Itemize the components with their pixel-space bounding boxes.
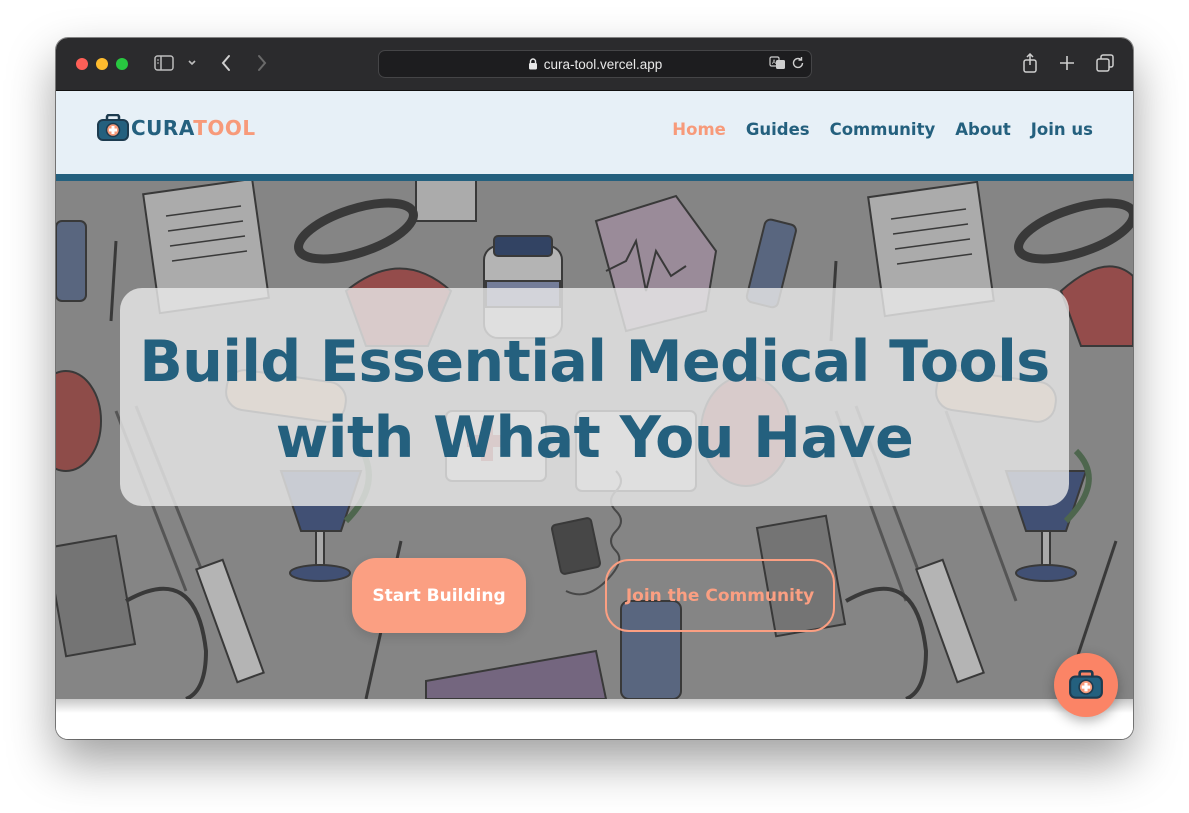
medical-kit-fab-button[interactable] — [1054, 653, 1118, 717]
hero-headline-line2: with What You Have — [275, 405, 914, 471]
site-logo[interactable]: CURATOOL — [96, 113, 256, 143]
start-building-button[interactable]: Start Building — [352, 558, 526, 633]
join-community-button[interactable]: Join the Community — [605, 559, 835, 632]
page-content: CURATOOL Home Guides Community About Joi… — [56, 91, 1133, 739]
share-icon[interactable] — [1019, 51, 1041, 75]
logo-text-cura: CURA — [131, 116, 194, 140]
lock-icon — [528, 58, 538, 70]
nav-item-home[interactable]: Home — [672, 120, 726, 139]
hero-section: Build Essential Medical Tools with What … — [56, 181, 1133, 699]
zoom-window-button[interactable] — [116, 58, 128, 70]
medical-kit-icon — [1069, 670, 1103, 699]
reload-icon[interactable] — [791, 56, 805, 73]
hero-headline: Build Essential Medical Tools with What … — [120, 324, 1069, 476]
nav-item-about[interactable]: About — [955, 120, 1011, 139]
minimize-window-button[interactable] — [96, 58, 108, 70]
browser-window: cura-tool.vercel.app A CURATOOL Home Gui… — [56, 38, 1133, 739]
back-icon[interactable] — [216, 51, 236, 75]
forward-icon[interactable] — [252, 51, 272, 75]
medical-kit-icon — [97, 114, 129, 141]
nav-item-join-us[interactable]: Join us — [1031, 120, 1093, 139]
main-nav: Home Guides Community About Join us — [652, 120, 1093, 139]
close-window-button[interactable] — [76, 58, 88, 70]
nav-item-guides[interactable]: Guides — [746, 120, 810, 139]
browser-toolbar: cura-tool.vercel.app A — [56, 38, 1133, 91]
address-bar[interactable]: cura-tool.vercel.app A — [378, 50, 812, 78]
url-text: cura-tool.vercel.app — [543, 56, 663, 72]
logo-text-tool: TOOL — [193, 116, 256, 140]
site-header: CURATOOL Home Guides Community About Joi… — [56, 91, 1133, 181]
sidebar-toggle-icon[interactable] — [152, 51, 176, 75]
tab-overview-icon[interactable] — [1094, 51, 1116, 75]
chevron-down-icon[interactable] — [184, 51, 200, 75]
hero-headline-line1: Build Essential Medical Tools — [139, 329, 1050, 395]
translate-icon[interactable]: A — [769, 56, 787, 73]
nav-item-community[interactable]: Community — [830, 120, 936, 139]
headline-card: Build Essential Medical Tools with What … — [120, 288, 1069, 506]
new-tab-icon[interactable] — [1056, 51, 1078, 75]
